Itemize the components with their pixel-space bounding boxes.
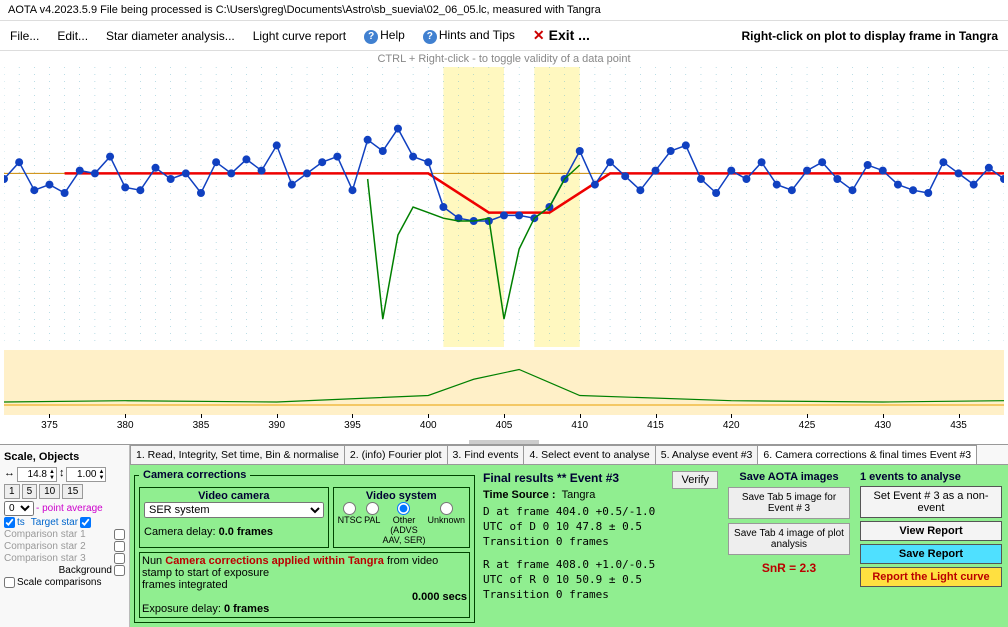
left-right-icon[interactable]: ↔ — [4, 467, 15, 482]
save-header: Save AOTA images — [728, 471, 850, 483]
snr-value: SnR = 2.3 — [728, 561, 850, 575]
corrections-applied: Camera corrections applied within Tangra — [165, 555, 384, 567]
r-utc: UTC of R 0 10 50.9 ± 0.5 — [483, 573, 718, 586]
d-transition: Transition 0 frames — [483, 535, 718, 548]
chart-area[interactable] — [4, 67, 1004, 418]
right-click-hint: Right-click on plot to display frame in … — [742, 29, 998, 43]
camera-delay: Camera delay: 0.0 frames — [144, 526, 324, 538]
d-frame: D at frame 404.0 +0.5/-1.0 — [483, 505, 718, 518]
tab-4[interactable]: 4. Select event to analyse — [523, 445, 655, 464]
up-down-icon[interactable]: ↕ — [59, 467, 65, 482]
save-tab5-button[interactable]: Save Tab 5 image for Event # 3 — [728, 487, 850, 519]
menu-file[interactable]: File... — [10, 29, 39, 43]
menu-star-diameter[interactable]: Star diameter analysis... — [106, 29, 235, 43]
menu-exit[interactable]: ✕Exit ... — [533, 27, 590, 44]
final-results: Verify Final results ** Event #3 Time So… — [479, 467, 722, 625]
chk-unknown[interactable] — [4, 517, 15, 528]
video-system-label: Video system — [338, 490, 465, 502]
scale-btn-15[interactable]: 15 — [62, 484, 83, 499]
comp1-label: Comparison star 1 — [4, 529, 86, 540]
events-panel: 1 events to analyse Set Event # 3 as a n… — [856, 467, 1006, 625]
secs-value: 0.000 secs — [142, 591, 467, 603]
r-frame: R at frame 408.0 +1.0/-0.5 — [483, 558, 718, 571]
menu-edit[interactable]: Edit... — [57, 29, 88, 43]
save-tab4-button[interactable]: Save Tab 4 image of plot analysis — [728, 523, 850, 555]
bottom-panel: Scale, Objects ↔ ▲▼ ↕ ▲▼ 1 5 10 15 0 - p… — [0, 444, 1008, 627]
tab-5[interactable]: 5. Analyse event #3 — [655, 445, 759, 464]
noise-chart — [4, 350, 1004, 415]
save-report-button[interactable]: Save Report — [860, 544, 1002, 564]
tab-6[interactable]: 6. Camera corrections & final times Even… — [757, 445, 977, 464]
report-lightcurve-button[interactable]: Report the Light curve — [860, 567, 1002, 587]
exposure-delay: Exposure delay: 0 frames — [142, 603, 467, 615]
point-avg-label: - point average — [36, 503, 103, 514]
help-icon: ? — [364, 30, 378, 44]
bg-label: Background — [59, 565, 112, 576]
view-report-button[interactable]: View Report — [860, 521, 1002, 541]
target-star-label: Target star — [31, 517, 78, 528]
comp3-label: Comparison star 3 — [4, 553, 86, 564]
tab-2[interactable]: 2. (info) Fourier plot — [344, 445, 448, 464]
scale-comp-label: Scale comparisons — [17, 577, 101, 588]
video-camera-label: Video camera — [144, 490, 324, 502]
menu-hints[interactable]: ?Hints and Tips — [423, 28, 515, 44]
scale-x-spinner[interactable]: ▲▼ — [17, 467, 57, 482]
scale-btn-1[interactable]: 1 — [4, 484, 20, 499]
tab-1[interactable]: 1. Read, Integrity, Set time, Bin & norm… — [130, 445, 345, 464]
save-images: Save AOTA images Save Tab 5 image for Ev… — [724, 467, 854, 625]
scale-btn-5[interactable]: 5 — [22, 484, 38, 499]
radio-pal[interactable] — [366, 502, 379, 515]
help-icon: ? — [423, 30, 437, 44]
close-icon: ✕ — [533, 27, 545, 43]
corrections-legend: Camera corrections — [139, 469, 250, 481]
point-avg-select[interactable]: 0 — [4, 501, 34, 516]
events-header: 1 events to analyse — [860, 471, 1002, 483]
scale-y-spinner[interactable]: ▲▼ — [66, 467, 106, 482]
radio-other[interactable] — [397, 502, 410, 515]
comp2-label: Comparison star 2 — [4, 541, 86, 552]
chk-comp1[interactable] — [114, 529, 125, 540]
title-bar: AOTA v4.2023.5.9 File being processed is… — [0, 0, 1008, 21]
scale-btn-10[interactable]: 10 — [39, 484, 60, 499]
x-axis: 375380385390395400405410415420425430435 — [4, 418, 1004, 438]
tabs: 1. Read, Integrity, Set time, Bin & norm… — [130, 445, 1008, 465]
d-utc: UTC of D 0 10 47.8 ± 0.5 — [483, 520, 718, 533]
camera-corrections: Camera corrections Video camera SER syst… — [134, 469, 475, 623]
verify-button[interactable]: Verify — [672, 471, 718, 489]
tab-3[interactable]: 3. Find events — [447, 445, 525, 464]
menu-bar: File... Edit... Star diameter analysis..… — [0, 21, 1008, 51]
chk-comp2[interactable] — [114, 541, 125, 552]
set-nonevent-button[interactable]: Set Event # 3 as a non-event — [860, 486, 1002, 518]
scale-header: Scale, Objects — [4, 449, 125, 465]
radio-ntsc[interactable] — [343, 502, 356, 515]
r-transition: Transition 0 frames — [483, 588, 718, 601]
video-camera-select[interactable]: SER system — [144, 502, 324, 518]
chk-scale-comp[interactable] — [4, 577, 15, 588]
ctrl-hint: CTRL + Right-click - to toggle validity … — [0, 51, 1008, 67]
chk-comp3[interactable] — [114, 553, 125, 564]
menu-light-curve[interactable]: Light curve report — [253, 29, 346, 43]
radio-unknown[interactable] — [440, 502, 453, 515]
main-chart[interactable] — [4, 67, 1004, 347]
scale-objects-panel: Scale, Objects ↔ ▲▼ ↕ ▲▼ 1 5 10 15 0 - p… — [0, 445, 130, 627]
tab-content: Camera corrections Video camera SER syst… — [130, 465, 1008, 627]
menu-help[interactable]: ?Help — [364, 28, 405, 44]
chk-bg[interactable] — [114, 565, 125, 576]
chk-target[interactable] — [80, 517, 91, 528]
